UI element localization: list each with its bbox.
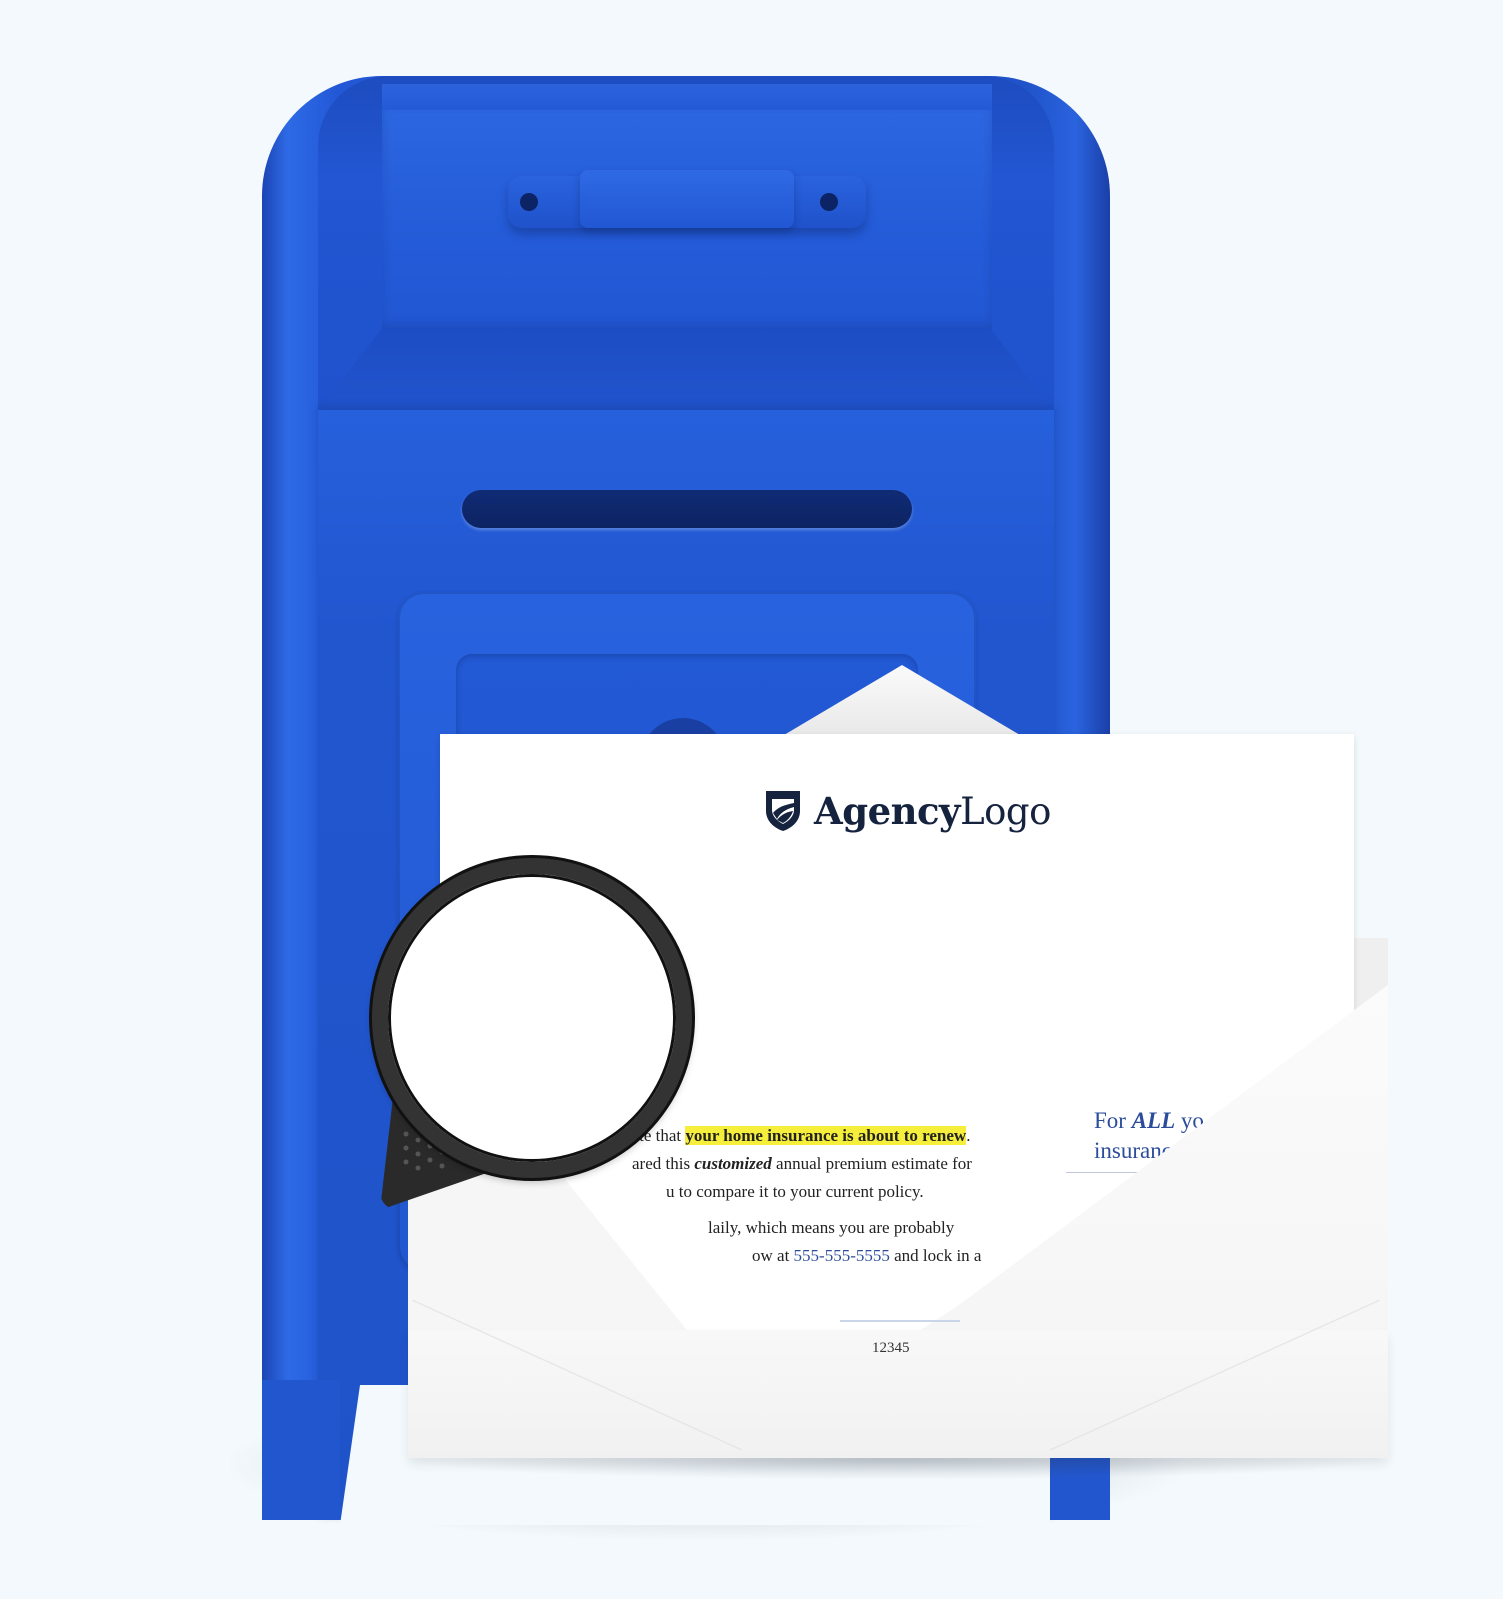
letter-line: u to compare it to your current policy. — [666, 1182, 924, 1201]
envelope-crease — [1050, 1300, 1380, 1450]
mailbox-handle-screw — [520, 193, 538, 211]
highlighted-text: your home insurance is about to renew — [685, 1126, 967, 1145]
letter-line: cate that your home insurance is about t… — [624, 1126, 971, 1145]
letter-line: ared this customized annual premium esti… — [632, 1154, 972, 1173]
shield-icon — [766, 791, 800, 831]
divider — [840, 1320, 960, 1322]
mailbox-mail-slot — [462, 490, 912, 528]
mailbox-handle-screw — [820, 193, 838, 211]
mailbox-leg-left — [262, 1380, 340, 1520]
phone-number: 555-555-5555 — [793, 1246, 890, 1265]
letter-line: laily, which means you are probably — [708, 1218, 955, 1237]
agency-logo: AgencyLogo — [764, 786, 1051, 836]
envelope-crease — [412, 1300, 742, 1450]
side-heading: For ALL yo — [1094, 1108, 1204, 1133]
logo-wordmark: AgencyLogo — [814, 789, 1051, 833]
zip-code: 12345 — [872, 1340, 910, 1356]
mailbox-handle — [580, 170, 794, 228]
mailbox-slope — [318, 328, 1054, 412]
magnifier-lens — [372, 858, 692, 1178]
mailbox-top-cap — [382, 84, 992, 112]
